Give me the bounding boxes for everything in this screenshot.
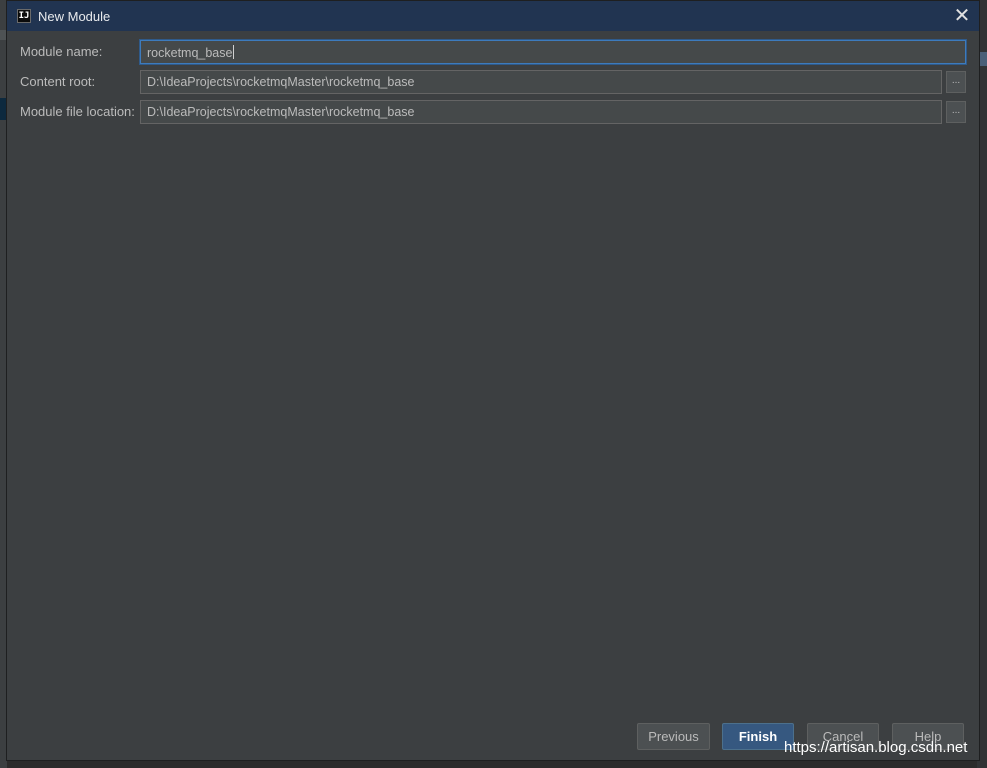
- dialog-titlebar[interactable]: IJ New Module ✕: [7, 1, 979, 31]
- module-file-location-browse-button[interactable]: ...: [946, 101, 966, 123]
- new-module-dialog: IJ New Module ✕ Module name: rocketmq_ba…: [6, 0, 980, 761]
- module-name-label: Module name:: [20, 44, 103, 59]
- module-name-value: rocketmq_base: [147, 46, 233, 60]
- content-root-browse-button[interactable]: ...: [946, 71, 966, 93]
- watermark-text: https://artisan.blog.csdn.net: [784, 739, 968, 756]
- intellij-idea-icon: IJ: [17, 9, 31, 23]
- module-name-row: Module name: rocketmq_base: [7, 40, 979, 64]
- close-icon[interactable]: ✕: [951, 5, 973, 27]
- content-root-label: Content root:: [20, 74, 96, 89]
- dialog-title: New Module: [38, 8, 111, 24]
- content-root-input[interactable]: D:\IdeaProjects\rocketmqMaster\rocketmq_…: [140, 70, 942, 94]
- previous-button[interactable]: Previous: [637, 723, 710, 750]
- text-caret: [233, 45, 235, 59]
- content-root-row: Content root: D:\IdeaProjects\rocketmqMa…: [7, 70, 979, 94]
- module-file-location-label: Module file location:: [20, 104, 135, 119]
- module-file-location-input[interactable]: D:\IdeaProjects\rocketmqMaster\rocketmq_…: [140, 100, 942, 124]
- module-name-input[interactable]: rocketmq_base: [140, 40, 966, 64]
- module-file-location-row: Module file location: D:\IdeaProjects\ro…: [7, 100, 979, 124]
